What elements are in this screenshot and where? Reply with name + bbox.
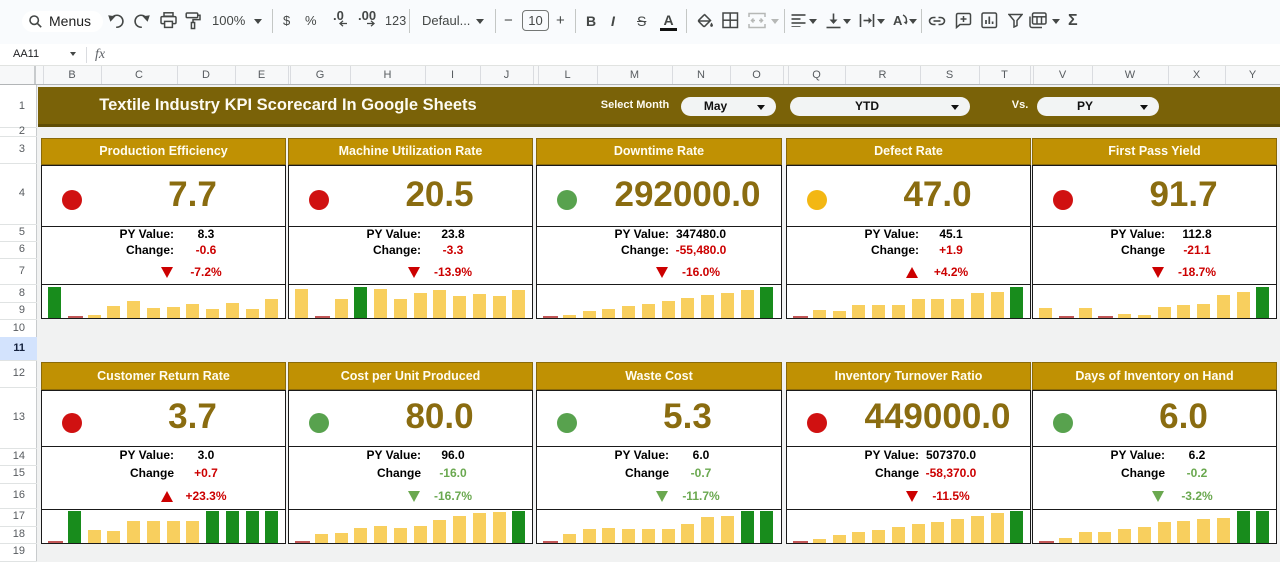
- svg-text:A: A: [893, 13, 903, 28]
